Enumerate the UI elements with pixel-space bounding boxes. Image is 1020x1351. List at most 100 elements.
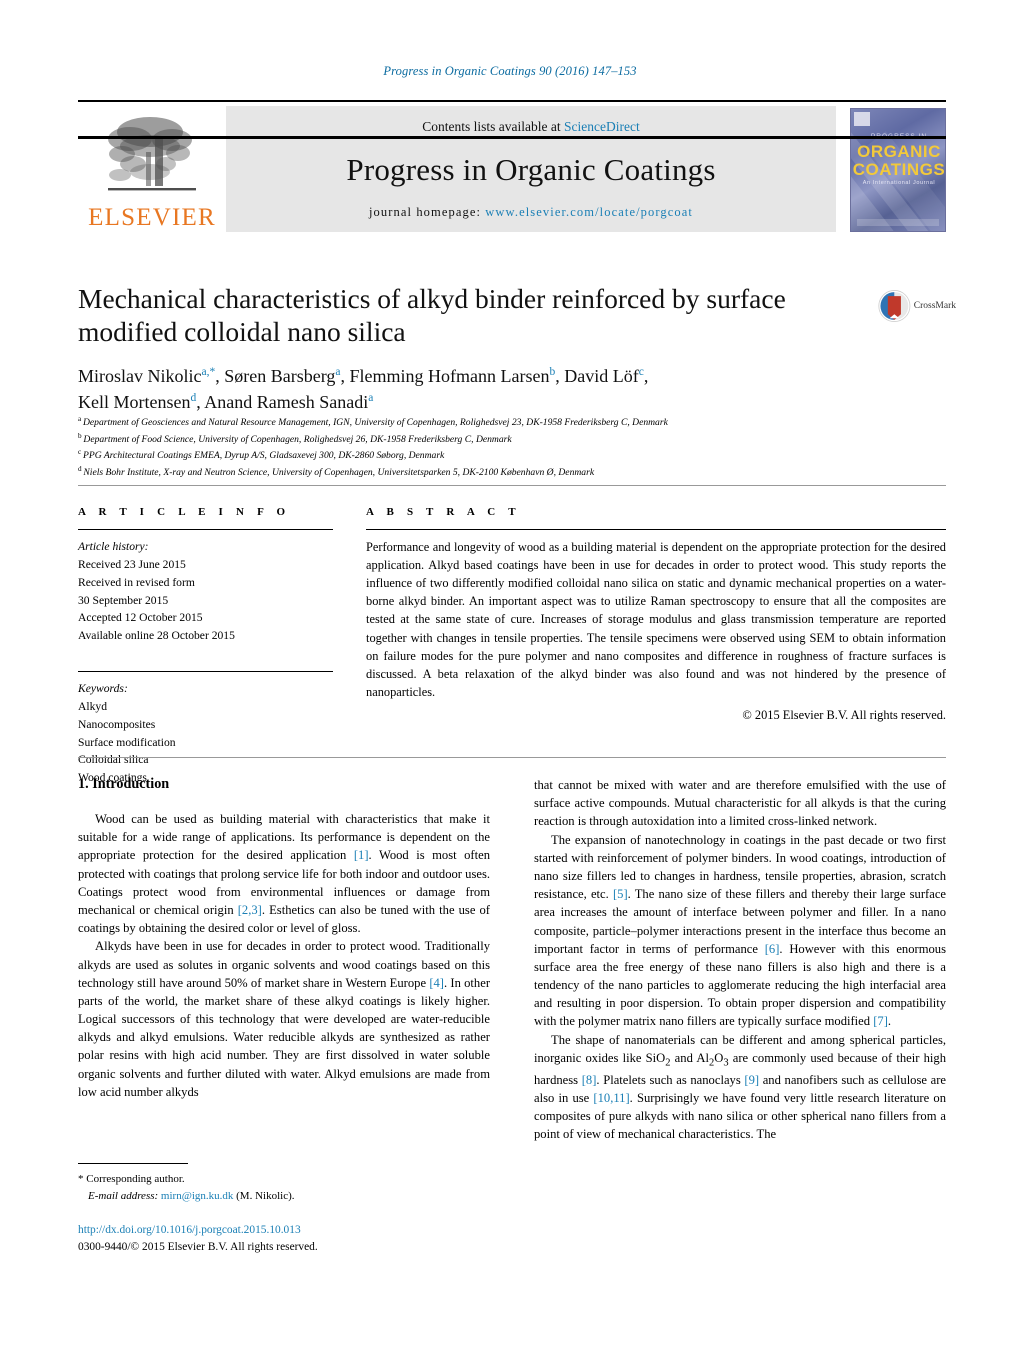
citation-link[interactable]: [6]	[765, 942, 780, 956]
corresponding-marker: *	[78, 1173, 84, 1185]
keyword-item: Alkyd	[78, 699, 107, 713]
section-heading-introduction: 1. Introduction	[78, 776, 170, 792]
affiliation-item: d Niels Bohr Institute, X-ray and Neutro…	[78, 464, 898, 481]
abstract-copyright: © 2015 Elsevier B.V. All rights reserved…	[742, 707, 946, 722]
journal-title: Progress in Organic Coatings	[346, 152, 716, 187]
citation-link[interactable]: [5]	[613, 887, 628, 901]
affiliation-text: PPG Architectural Coatings EMEA, Dyrup A…	[83, 450, 445, 462]
article-history-item: Received 23 June 2015	[78, 557, 186, 571]
abstract-heading: A B S T R A C T	[366, 506, 521, 518]
article-first-page: Progress in Organic Coatings 90 (2016) 1…	[0, 0, 1020, 1351]
affiliation-item: c PPG Architectural Coatings EMEA, Dyrup…	[78, 447, 898, 464]
affiliation-text: Department of Geosciences and Natural Re…	[83, 417, 668, 429]
email-link[interactable]: mirn@ign.ku.dk	[161, 1190, 233, 1202]
journal-cover-thumbnail: PROGRESS IN ORGANIC COATINGS An Internat…	[850, 106, 946, 232]
author-affiliation-marker: a	[368, 391, 374, 404]
author-name: , Flemming Hofmann Larsen	[340, 366, 550, 386]
author-affiliation-marker: a,*	[201, 366, 216, 378]
keyword-item: Surface modification	[78, 735, 176, 749]
contents-lists-line: Contents lists available at ScienceDirec…	[422, 119, 639, 135]
citation-link[interactable]: [8]	[582, 1073, 597, 1087]
cover-publisher-badge	[854, 112, 870, 126]
issn-copyright-line: 0300-9440/© 2015 Elsevier B.V. All right…	[78, 1240, 318, 1253]
body-top-rule	[78, 757, 946, 758]
cover-bottom-bar	[857, 219, 939, 226]
page-title: Mechanical characteristics of alkyd bind…	[78, 283, 786, 347]
homepage-prefix: journal homepage:	[368, 205, 486, 219]
affiliation-item: b Department of Food Science, University…	[78, 431, 898, 448]
sciencedirect-link[interactable]: ScienceDirect	[564, 119, 640, 134]
body-paragraph: Alkyds have been in use for decades in o…	[78, 939, 491, 1099]
body-paragraph: The expansion of nanotechnology in coati…	[534, 832, 947, 1029]
running-head: Progress in Organic Coatings 90 (2016) 1…	[383, 64, 637, 78]
footnote-rule	[78, 1163, 188, 1164]
info-abstract-top-rule	[78, 485, 946, 486]
citation-link[interactable]: [10,11]	[593, 1091, 629, 1105]
affiliation-item: a Department of Geosciences and Natural …	[78, 414, 898, 431]
author-line-2: Kell Mortensend, Anand Ramesh Sanadia	[78, 390, 878, 416]
contents-prefix: Contents lists available at	[422, 119, 564, 134]
left-paragraphs: Wood can be used as building material wi…	[78, 810, 490, 1101]
crossmark-icon	[878, 290, 911, 322]
author-name: , Søren Barsberg	[215, 366, 336, 386]
citation-link[interactable]: [4]	[429, 976, 444, 990]
cover-subtitle: An International Journal	[862, 180, 936, 186]
citation-link[interactable]: [1]	[354, 848, 369, 862]
article-history-label: Article history:	[78, 540, 149, 553]
author-line-1: Miroslav Nikolica,*, Søren Barsberga, Fl…	[78, 364, 878, 390]
crossmark-label: CrossMark	[913, 301, 956, 311]
elsevier-logo: ELSEVIER	[78, 106, 226, 232]
author-list: Miroslav Nikolica,*, Søren Barsberg a , Fl…	[78, 364, 878, 415]
keywords-divider	[78, 671, 333, 673]
journal-homepage-line: journal homepage: www.elsevier.com/locat…	[369, 205, 693, 220]
doi-block: http://dx.doi.org/10.1016/j.porgcoat.201…	[78, 1222, 578, 1255]
corresponding-author-footnote: * Corresponding author. E-mail address: …	[78, 1163, 490, 1204]
corresponding-author-line: * Corresponding author.	[78, 1171, 490, 1188]
article-info-divider	[78, 529, 333, 530]
keyword-item: Colloidal silica	[78, 753, 149, 767]
abstract-divider	[366, 529, 946, 530]
article-history-item: Available online 28 October 2015	[78, 629, 235, 643]
keywords-label: Keywords:	[78, 682, 128, 696]
abstract-section: A B S T R A C T Performance and longevit…	[366, 506, 946, 723]
article-history-item: 30 September 2015	[78, 593, 169, 607]
affiliation-text: Niels Bohr Institute, X-ray and Neutron …	[83, 467, 595, 479]
article-history-item: Accepted 12 October 2015	[78, 611, 203, 625]
keyword-item: Nanocomposites	[78, 717, 156, 731]
title-block: Mechanical characteristics of alkyd bind…	[78, 282, 878, 415]
keyword-list: Alkyd Nanocomposites Surface modification C…	[78, 698, 333, 787]
body-paragraph: Wood can be used as building material wi…	[78, 812, 491, 936]
author-name: , David Löf	[555, 366, 639, 386]
email-line: E-mail address: mirn@ign.ku.dk (M. Nikol…	[78, 1188, 490, 1205]
body-column-left: 1. Introduction Wood can be used as buil…	[78, 776, 490, 1101]
masthead-bottom-rule	[78, 136, 946, 139]
corresponding-text: Corresponding author.	[86, 1173, 185, 1185]
citation-link[interactable]: [7]	[873, 1014, 888, 1028]
author-name: ,	[643, 366, 649, 386]
elsevier-wordmark: ELSEVIER	[88, 204, 216, 231]
body-paragraph: The shape of nanomaterials can be differ…	[534, 1032, 946, 1142]
email-label: E-mail address:	[88, 1189, 159, 1202]
abstract-text: Performance and longevity of wood as a b…	[366, 540, 946, 699]
citation-link[interactable]: [9]	[744, 1073, 759, 1087]
author-name: , Anand Ramesh Sanadi	[196, 391, 369, 412]
crossmark-badge[interactable]: CrossMark	[878, 283, 956, 329]
right-paragraphs: that cannot be mixed with water and are …	[534, 776, 946, 1143]
elsevier-tree-icon	[108, 117, 196, 191]
article-history-item: Received in revised form	[78, 575, 195, 589]
author-name: Miroslav Nikolic	[78, 366, 202, 386]
cover-coatings-label: COATINGS	[852, 160, 946, 179]
doi-link[interactable]: http://dx.doi.org/10.1016/j.porgcoat.201…	[78, 1222, 578, 1239]
citation-link[interactable]: [2,3]	[238, 903, 262, 917]
journal-masthead: ELSEVIER Contents lists available at Sci…	[78, 100, 946, 232]
author-name: Kell Mortensen	[78, 391, 191, 412]
cover-organic-label: ORGANIC	[857, 142, 941, 161]
masthead-top-rule	[78, 100, 946, 102]
affiliation-list: a Department of Geosciences and Natural …	[78, 414, 898, 481]
email-owner: (M. Nikolic).	[236, 1189, 295, 1202]
body-column-right: that cannot be mixed with water and are …	[534, 776, 946, 1143]
affiliation-text: Department of Food Science, University o…	[83, 433, 512, 445]
body-paragraph: that cannot be mixed with water and are …	[534, 778, 946, 829]
journal-band: Contents lists available at ScienceDirec…	[226, 106, 836, 232]
journal-homepage-link[interactable]: www.elsevier.com/locate/porgcoat	[485, 205, 693, 219]
